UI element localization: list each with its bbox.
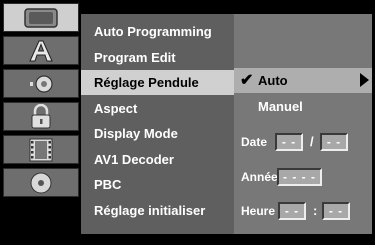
arrow-right-icon [360, 73, 369, 87]
category-tab-language[interactable] [3, 36, 79, 65]
menu-item-av1-decoder[interactable]: AV1 Decoder [81, 147, 234, 172]
date-label: Date [241, 135, 268, 149]
time-hour-field[interactable]: - - [278, 202, 306, 220]
menu-item-auto-programming[interactable]: Auto Programming [81, 19, 234, 44]
time-label: Heure [241, 204, 276, 218]
menu-item-clock-setting[interactable]: Réglage Pendule [81, 70, 234, 95]
menu-item-program-edit[interactable]: Program Edit [81, 45, 234, 70]
language-icon [29, 40, 53, 61]
film-icon [29, 138, 53, 161]
menu-item-aspect[interactable]: Aspect [81, 96, 234, 121]
menu-item-factory-reset[interactable]: Réglage initialiser [81, 198, 234, 223]
settings-menu: Auto Programming Program Edit Réglage Pe… [81, 14, 234, 234]
category-tab-recording[interactable] [3, 135, 79, 164]
category-tab-audio[interactable] [3, 69, 79, 98]
category-icon-column [3, 3, 79, 245]
menu-item-pbc[interactable]: PBC [81, 172, 234, 197]
option-manual[interactable]: Manuel [258, 94, 303, 119]
date-separator: / [310, 134, 314, 149]
option-auto-label: Auto [258, 73, 288, 88]
audio-icon [30, 74, 53, 93]
year-label: Année [241, 170, 278, 184]
category-tab-lock[interactable] [3, 102, 79, 131]
category-tab-tv[interactable] [3, 3, 79, 32]
lock-icon [31, 103, 51, 128]
year-field[interactable]: - - - - [277, 168, 322, 186]
date-day-field[interactable]: - - [275, 133, 303, 151]
check-icon: ✔ [240, 72, 254, 89]
option-auto[interactable]: ✔ Auto [234, 68, 372, 93]
disc-icon [30, 172, 52, 193]
date-month-field[interactable]: - - [320, 133, 348, 151]
category-tab-disc[interactable] [3, 168, 79, 197]
menu-item-display-mode[interactable]: Display Mode [81, 121, 234, 146]
clock-settings-panel: ✔ Auto Manuel Date - - / - - Année - - -… [234, 14, 372, 234]
tv-icon [24, 7, 58, 28]
time-separator: : [313, 203, 318, 218]
setup-menu-screen: Auto Programming Program Edit Réglage Pe… [0, 0, 375, 245]
time-minute-field[interactable]: - - [322, 202, 350, 220]
